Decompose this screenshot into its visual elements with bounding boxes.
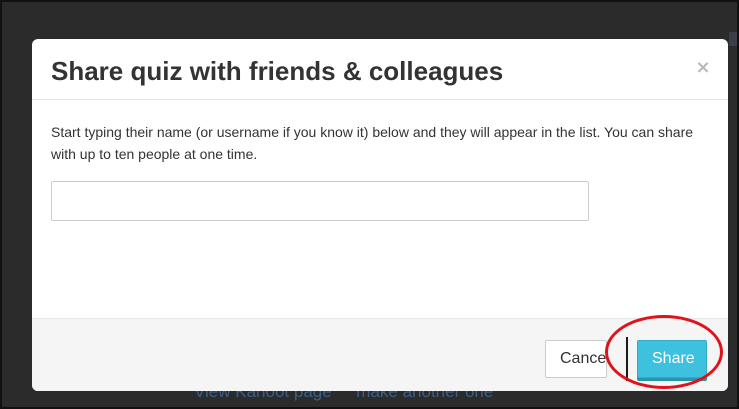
dialog-footer: Cancel Share [32, 318, 728, 391]
share-instructions: Start typing their name (or username if … [51, 124, 694, 162]
screenshot-frame: View Kahoot page or make another one Sha… [0, 0, 739, 409]
share-button[interactable]: Share [637, 340, 707, 378]
button-divider [626, 337, 628, 381]
cancel-button[interactable]: Cancel [545, 340, 607, 378]
dialog-body: Start typing their name (or username if … [32, 100, 728, 318]
dialog-header: Share quiz with friends & colleagues × [32, 39, 728, 100]
close-icon[interactable]: × [694, 59, 712, 77]
share-name-input[interactable] [51, 181, 589, 221]
backdrop-badge [729, 32, 737, 46]
share-quiz-dialog: Share quiz with friends & colleagues × S… [32, 39, 728, 391]
dialog-title: Share quiz with friends & colleagues [51, 56, 504, 86]
